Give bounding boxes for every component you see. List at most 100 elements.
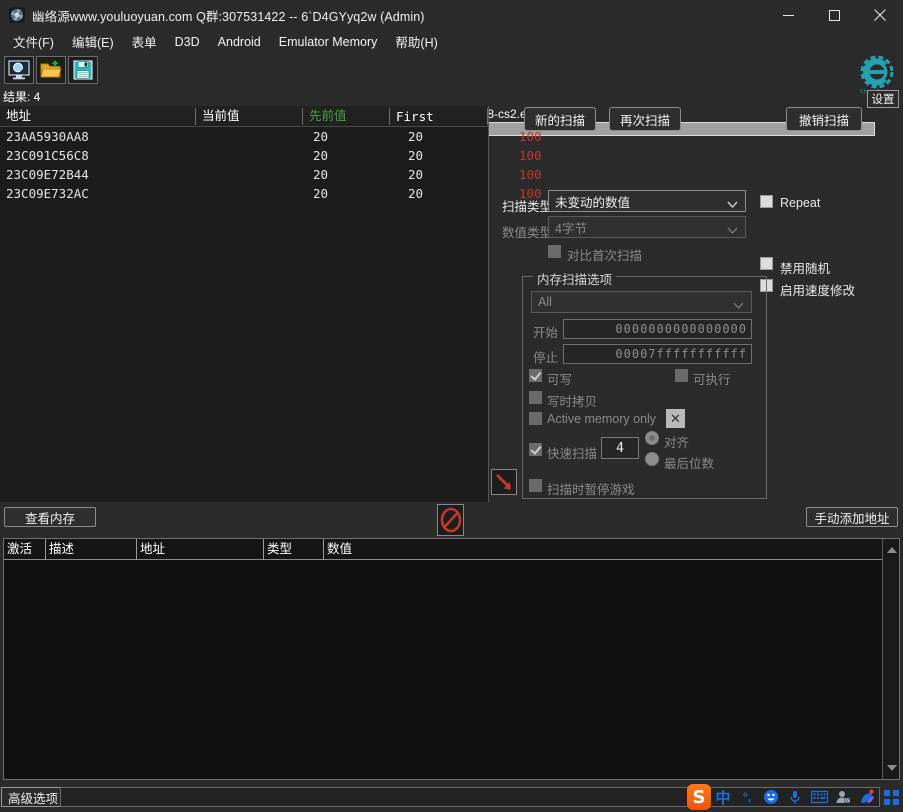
cheat-col-description[interactable]: 描述 — [46, 539, 74, 560]
compare-first-scan-label: 对比首次扫描 — [567, 249, 643, 263]
cheat-col-sep-4[interactable] — [323, 539, 324, 560]
menu-item-edit[interactable]: 编辑(E) — [63, 30, 123, 53]
next-scan-button[interactable]: 再次扫描 — [609, 107, 681, 131]
undo-scan-button[interactable]: 撤销扫描 — [786, 107, 862, 131]
sogou-logo-icon[interactable]: S — [687, 784, 711, 810]
monitor-magnifier-icon — [8, 60, 30, 80]
scan-type-value: 未变动的数值 — [555, 195, 631, 210]
maximize-button[interactable] — [811, 0, 857, 30]
result-previous: 20 — [408, 186, 424, 201]
result-count-label: 结果: 4 — [3, 90, 41, 104]
value-type-select[interactable]: 4字节 — [548, 216, 746, 238]
writable-checkbox[interactable] — [529, 369, 542, 382]
memory-scan-options-title: 内存扫描选项 — [533, 269, 617, 288]
cheat-col-value[interactable]: 数值 — [324, 539, 352, 560]
toolbox-grid-icon[interactable] — [879, 784, 903, 810]
disable-random-checkbox[interactable] — [760, 257, 773, 270]
chevron-down-icon — [727, 223, 738, 237]
memory-region-select[interactable]: All — [531, 291, 752, 313]
results-col-address[interactable]: 地址 — [0, 106, 31, 127]
stop-address-field[interactable]: 00007fffffffffff — [563, 344, 752, 364]
chinese-mode-icon[interactable]: 中 — [711, 784, 735, 810]
repeat-label: Repeat — [780, 196, 821, 210]
toolbar: 00005838-cs2.exe — [0, 53, 903, 136]
scroll-up-arrow[interactable] — [887, 547, 897, 553]
results-col-previous[interactable]: 先前值 — [303, 106, 347, 127]
executable-checkbox[interactable] — [675, 369, 688, 382]
soft-keyboard-icon[interactable] — [807, 784, 831, 810]
scan-results-list[interactable]: 地址 当前值 先前值 First 23AA5930AA8 20 20 100 2… — [0, 106, 542, 502]
menu-item-android[interactable]: Android — [209, 33, 270, 51]
cheat-table[interactable]: 激活 描述 地址 类型 数值 — [3, 538, 900, 780]
menu-item-file[interactable]: 文件(F) — [4, 30, 63, 53]
skin-flower-icon[interactable] — [855, 784, 879, 810]
copy-on-write-label: 写时拷贝 — [547, 395, 598, 409]
last-digits-radio[interactable] — [645, 452, 659, 466]
result-address: 23C09E732AC — [6, 186, 89, 201]
alignment-radio[interactable] — [645, 431, 659, 445]
open-process-button[interactable] — [4, 56, 34, 84]
advanced-options-button[interactable]: 高级选项 — [1, 787, 66, 807]
table-row[interactable]: 23C09E732AC 20 20 100 — [0, 184, 542, 203]
copy-on-write-checkbox[interactable] — [529, 391, 542, 404]
results-col-sep-1[interactable] — [195, 108, 196, 125]
cheat-table-scrollbar[interactable] — [882, 539, 899, 779]
cheat-col-active[interactable]: 激活 — [4, 539, 32, 560]
new-scan-button[interactable]: 新的扫描 — [524, 107, 596, 131]
value-type-label: 数值类型 — [502, 226, 553, 240]
executable-label: 可执行 — [693, 373, 731, 387]
save-file-button[interactable] — [68, 56, 98, 84]
expand-scan-panel-button[interactable] — [491, 469, 517, 495]
window-controls — [765, 0, 903, 30]
results-col-sep-3[interactable] — [389, 108, 390, 125]
enable-speedhack-label: 启用速度修改 — [780, 284, 856, 298]
results-col-sep-4[interactable] — [487, 108, 488, 125]
table-row[interactable]: 23C09E72B44 20 20 100 — [0, 165, 542, 184]
cheat-table-header: 激活 描述 地址 类型 数值 — [4, 539, 899, 560]
ime-toolbar: S 中 °, 1S — [687, 784, 903, 810]
chevron-down-icon — [733, 298, 744, 312]
results-col-first[interactable]: First — [390, 106, 434, 127]
window-title: 幽络源www.youluoyuan.com Q群:307531422 -- 6`… — [32, 9, 425, 24]
result-previous: 20 — [408, 167, 424, 182]
add-address-manually-button[interactable]: 手动添加地址 — [806, 507, 898, 527]
compare-first-scan-checkbox[interactable] — [548, 245, 561, 258]
active-memory-only-checkbox[interactable] — [529, 412, 542, 425]
fast-scan-checkbox[interactable] — [529, 443, 542, 456]
close-button[interactable] — [857, 0, 903, 30]
result-current: 20 — [313, 167, 329, 182]
menu-item-emulator-memory[interactable]: Emulator Memory — [270, 33, 387, 51]
scan-type-label: 扫描类型 — [502, 200, 553, 214]
pause-game-checkbox[interactable] — [529, 479, 542, 492]
minimize-button[interactable] — [765, 0, 811, 30]
cheat-col-type[interactable]: 类型 — [264, 539, 292, 560]
scroll-down-arrow[interactable] — [887, 765, 897, 771]
alignment-label: 对齐 — [664, 436, 690, 450]
clear-active-memory-button[interactable]: ✕ — [666, 409, 685, 428]
menu-item-table[interactable]: 表单 — [123, 30, 166, 53]
scan-type-select[interactable]: 未变动的数值 — [548, 190, 746, 212]
cheat-col-sep-1[interactable] — [45, 539, 46, 560]
view-memory-button[interactable]: 查看内存 — [4, 507, 96, 527]
results-col-sep-2[interactable] — [302, 108, 303, 125]
result-previous: 20 — [408, 148, 424, 163]
disable-random-label: 禁用随机 — [780, 262, 831, 276]
menu-item-d3d[interactable]: D3D — [166, 33, 209, 51]
cheat-col-sep-3[interactable] — [263, 539, 264, 560]
microphone-icon[interactable] — [783, 784, 807, 810]
user-profile-icon[interactable]: 1S — [831, 784, 855, 810]
punctuation-icon[interactable]: °, — [735, 784, 759, 810]
open-file-button[interactable] — [36, 56, 66, 84]
cheat-col-sep-2[interactable] — [136, 539, 137, 560]
table-row[interactable]: 23C091C56C8 20 20 100 — [0, 146, 542, 165]
drag-handle-dots[interactable] — [432, 531, 478, 541]
start-address-field[interactable]: 0000000000000000 — [563, 319, 752, 339]
results-col-current[interactable]: 当前值 — [196, 106, 240, 127]
menu-item-help[interactable]: 帮助(H) — [386, 30, 446, 53]
table-row[interactable]: 23AA5930AA8 20 20 100 — [0, 127, 542, 146]
emoji-icon[interactable] — [759, 784, 783, 810]
fast-scan-alignment-input[interactable]: 4 — [601, 437, 639, 459]
result-previous: 20 — [408, 129, 424, 144]
cheat-col-address[interactable]: 地址 — [137, 539, 165, 560]
repeat-checkbox[interactable] — [760, 195, 773, 208]
